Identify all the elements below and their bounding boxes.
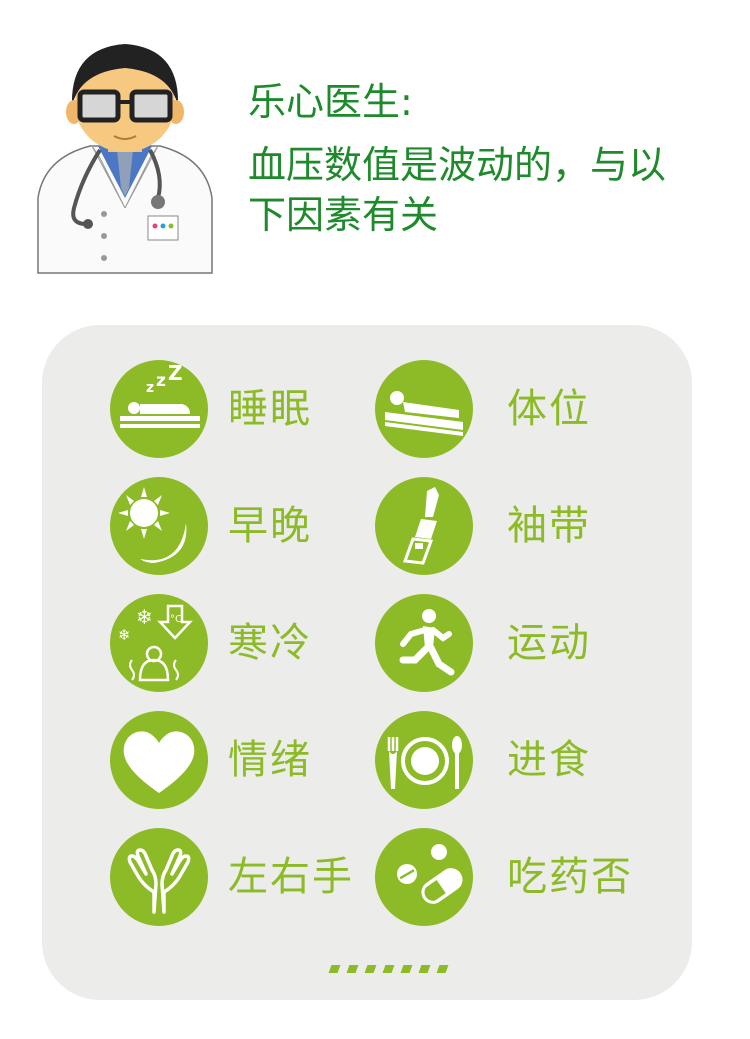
factor-label: 情绪	[228, 737, 312, 783]
pills-icon	[375, 828, 473, 926]
more-dots	[328, 958, 456, 977]
doctor-message: 血压数值是波动的，与以下因素有关	[248, 143, 667, 237]
svg-text:❄: ❄	[118, 626, 131, 644]
factor-label: 睡眠	[228, 386, 312, 432]
cuff-arm-icon	[375, 477, 473, 575]
factor-label: 寒冷	[228, 620, 312, 666]
factor-label: 进食	[507, 737, 591, 783]
factor-label: 左右手	[228, 854, 354, 900]
sun-moon-icon	[110, 477, 208, 575]
svg-text:z: z	[156, 371, 166, 391]
factor-label: 早晚	[228, 503, 312, 549]
running-icon	[375, 594, 473, 692]
dining-icon	[375, 711, 473, 809]
doctor-speech: 乐心医生: 血压数值是波动的，与以下因素有关	[248, 78, 688, 240]
body-position-icon	[375, 360, 473, 458]
doctor-name: 乐心医生:	[248, 80, 413, 124]
heart-icon	[110, 711, 208, 809]
factor-label: 袖带	[507, 503, 591, 549]
factor-label: 运动	[507, 620, 591, 666]
svg-text:z: z	[146, 380, 154, 396]
hands-icon	[110, 828, 208, 926]
svg-text:°C: °C	[170, 614, 182, 625]
sleep-icon: z z Z	[110, 360, 208, 458]
factor-label: 吃药否	[507, 854, 633, 900]
svg-text:❄: ❄	[136, 605, 153, 629]
svg-text:Z: Z	[168, 361, 183, 385]
factor-label: 体位	[507, 386, 591, 432]
doctor-avatar	[30, 38, 220, 278]
cold-icon: ❄ ❄ °C	[110, 594, 208, 692]
